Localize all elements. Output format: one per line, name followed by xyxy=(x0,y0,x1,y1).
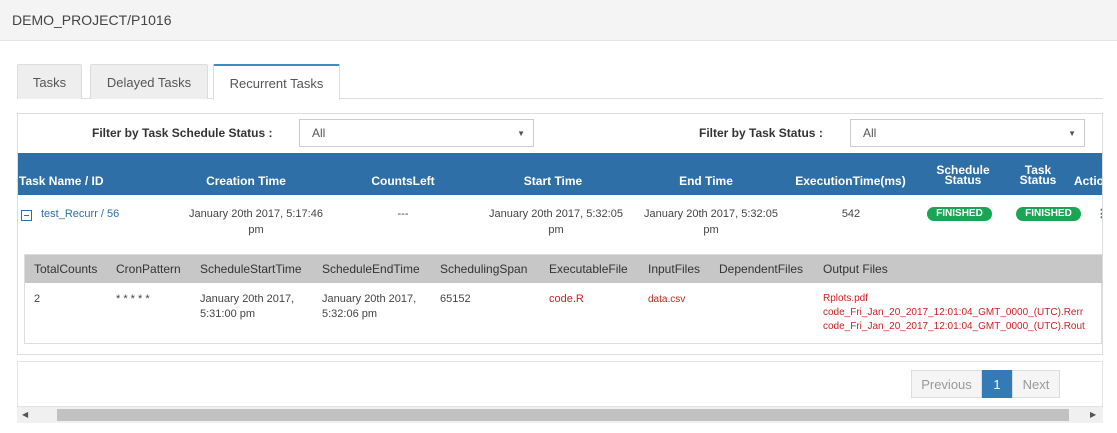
detail-schedulestarttime: January 20th 2017, 5:31:00 pm xyxy=(200,292,294,322)
schedule-status-value: All xyxy=(312,126,326,140)
col-task-status-line2: Status xyxy=(1019,173,1057,187)
col-end-time[interactable]: End Time xyxy=(651,174,761,188)
end-time-line2: pm xyxy=(703,224,719,236)
creation-time: January 20th 2017, 5:17:46 pm xyxy=(176,206,336,238)
top-bar: DEMO_PROJECT/P1016 xyxy=(0,0,1117,41)
col-counts-left[interactable]: CountsLeft xyxy=(348,174,458,188)
next-page-button[interactable]: Next xyxy=(1012,370,1060,398)
detail-col-schedulestarttime: ScheduleStartTime xyxy=(200,262,302,276)
end-time: January 20th 2017, 5:32:05 pm xyxy=(631,206,791,238)
pagination-bar: Previous 1 Next xyxy=(17,361,1103,407)
recurrent-tasks-panel: Filter by Task Schedule Status : All ▼ F… xyxy=(17,113,1103,355)
detail-col-executablefile: ExecutableFile xyxy=(549,262,628,276)
scroll-left-icon[interactable]: ◀ xyxy=(22,410,28,419)
col-schedule-status[interactable]: Schedule Status xyxy=(928,164,998,186)
previous-page-button[interactable]: Previous xyxy=(911,370,982,398)
output-files: Rplots.pdf code_Fri_Jan_20_2017_12:01:04… xyxy=(823,292,1085,334)
creation-time-line1: January 20th 2017, 5:17:46 xyxy=(189,208,323,220)
collapse-toggle-icon[interactable] xyxy=(21,210,32,221)
counts-left: --- xyxy=(397,208,409,220)
detail-schedulestarttime-line1: January 20th 2017, xyxy=(200,293,295,305)
output-file-link[interactable]: Rplots.pdf xyxy=(823,292,1085,306)
end-time-line1: January 20th 2017, 5:32:05 xyxy=(644,208,778,220)
execution-time: 542 xyxy=(841,208,861,220)
detail-totalcounts: 2 xyxy=(34,293,41,305)
col-action: Actio xyxy=(1074,174,1103,188)
status-filter-label: Filter by Task Status : xyxy=(699,126,823,140)
col-start-time[interactable]: Start Time xyxy=(498,174,608,188)
schedule-filter-label: Filter by Task Schedule Status : xyxy=(92,126,273,140)
tab-tasks[interactable]: Tasks xyxy=(17,64,82,99)
detail-col-dependentfiles: DependentFiles xyxy=(719,262,804,276)
table-header: Task Name / ID Creation Time CountsLeft … xyxy=(18,153,1103,195)
col-execution-time[interactable]: ExecutionTime(ms) xyxy=(788,174,913,188)
detail-col-cronpattern: CronPattern xyxy=(116,262,181,276)
scroll-right-icon[interactable]: ▶ xyxy=(1090,410,1096,419)
start-time-line1: January 20th 2017, 5:32:05 xyxy=(489,208,623,220)
menu-icon[interactable]: ⋮ xyxy=(1096,207,1102,220)
task-status-value: All xyxy=(863,126,877,140)
tab-recurrent-tasks[interactable]: Recurrent Tasks xyxy=(213,64,340,100)
start-time: January 20th 2017, 5:32:05 pm xyxy=(476,206,636,238)
filter-bar: Filter by Task Schedule Status : All ▼ F… xyxy=(18,114,1102,154)
col-task-name[interactable]: Task Name / ID xyxy=(19,174,103,188)
detail-scheduleendtime-line2: 5:32:06 pm xyxy=(322,308,378,320)
start-time-line2: pm xyxy=(548,224,564,236)
executable-file-link[interactable]: code.R xyxy=(549,292,584,307)
detail-schedulestarttime-line2: 5:31:00 pm xyxy=(200,308,256,320)
chevron-down-icon: ▼ xyxy=(1068,129,1076,138)
page-1-button[interactable]: 1 xyxy=(982,370,1012,398)
horizontal-scrollbar[interactable]: ◀ ▶ xyxy=(17,407,1103,423)
detail-col-inputfiles: InputFiles xyxy=(648,262,701,276)
output-file-link[interactable]: code_Fri_Jan_20_2017_12:01:04_GMT_0000_(… xyxy=(823,320,1085,334)
task-name-link[interactable]: test_Recurr / 56 xyxy=(41,206,119,222)
tab-bar: Tasks Delayed Tasks Recurrent Tasks xyxy=(17,64,1103,100)
schedule-status-select[interactable]: All ▼ xyxy=(299,119,534,147)
detail-col-outputfiles: Output Files xyxy=(823,262,888,276)
tab-delayed-tasks[interactable]: Delayed Tasks xyxy=(90,64,208,99)
detail-cronpattern: * * * * * xyxy=(116,293,150,305)
detail-scheduleendtime-line1: January 20th 2017, xyxy=(322,293,417,305)
col-task-status[interactable]: Task Status xyxy=(1008,164,1068,187)
detail-schedulingspan: 65152 xyxy=(440,293,471,305)
detail-header: TotalCounts CronPattern ScheduleStartTim… xyxy=(25,255,1102,283)
scrollbar-thumb[interactable] xyxy=(57,409,1069,421)
detail-col-totalcounts: TotalCounts xyxy=(34,262,98,276)
output-file-link[interactable]: code_Fri_Jan_20_2017_12:01:04_GMT_0000_(… xyxy=(823,306,1085,320)
input-file-link[interactable]: data.csv xyxy=(648,292,685,307)
breadcrumb: DEMO_PROJECT/P1016 xyxy=(12,12,172,28)
col-creation-time[interactable]: Creation Time xyxy=(186,174,306,188)
schedule-status-badge: FINISHED xyxy=(927,207,992,221)
detail-scheduleendtime: January 20th 2017, 5:32:06 pm xyxy=(322,292,416,322)
detail-col-schedulingspan: SchedulingSpan xyxy=(440,262,528,276)
task-status-badge: FINISHED xyxy=(1016,207,1081,221)
task-status-select[interactable]: All ▼ xyxy=(850,119,1085,147)
chevron-down-icon: ▼ xyxy=(517,129,525,138)
detail-col-scheduleendtime: ScheduleEndTime xyxy=(322,262,420,276)
creation-time-line2: pm xyxy=(248,224,264,236)
recurrence-detail-table: TotalCounts CronPattern ScheduleStartTim… xyxy=(24,254,1102,344)
